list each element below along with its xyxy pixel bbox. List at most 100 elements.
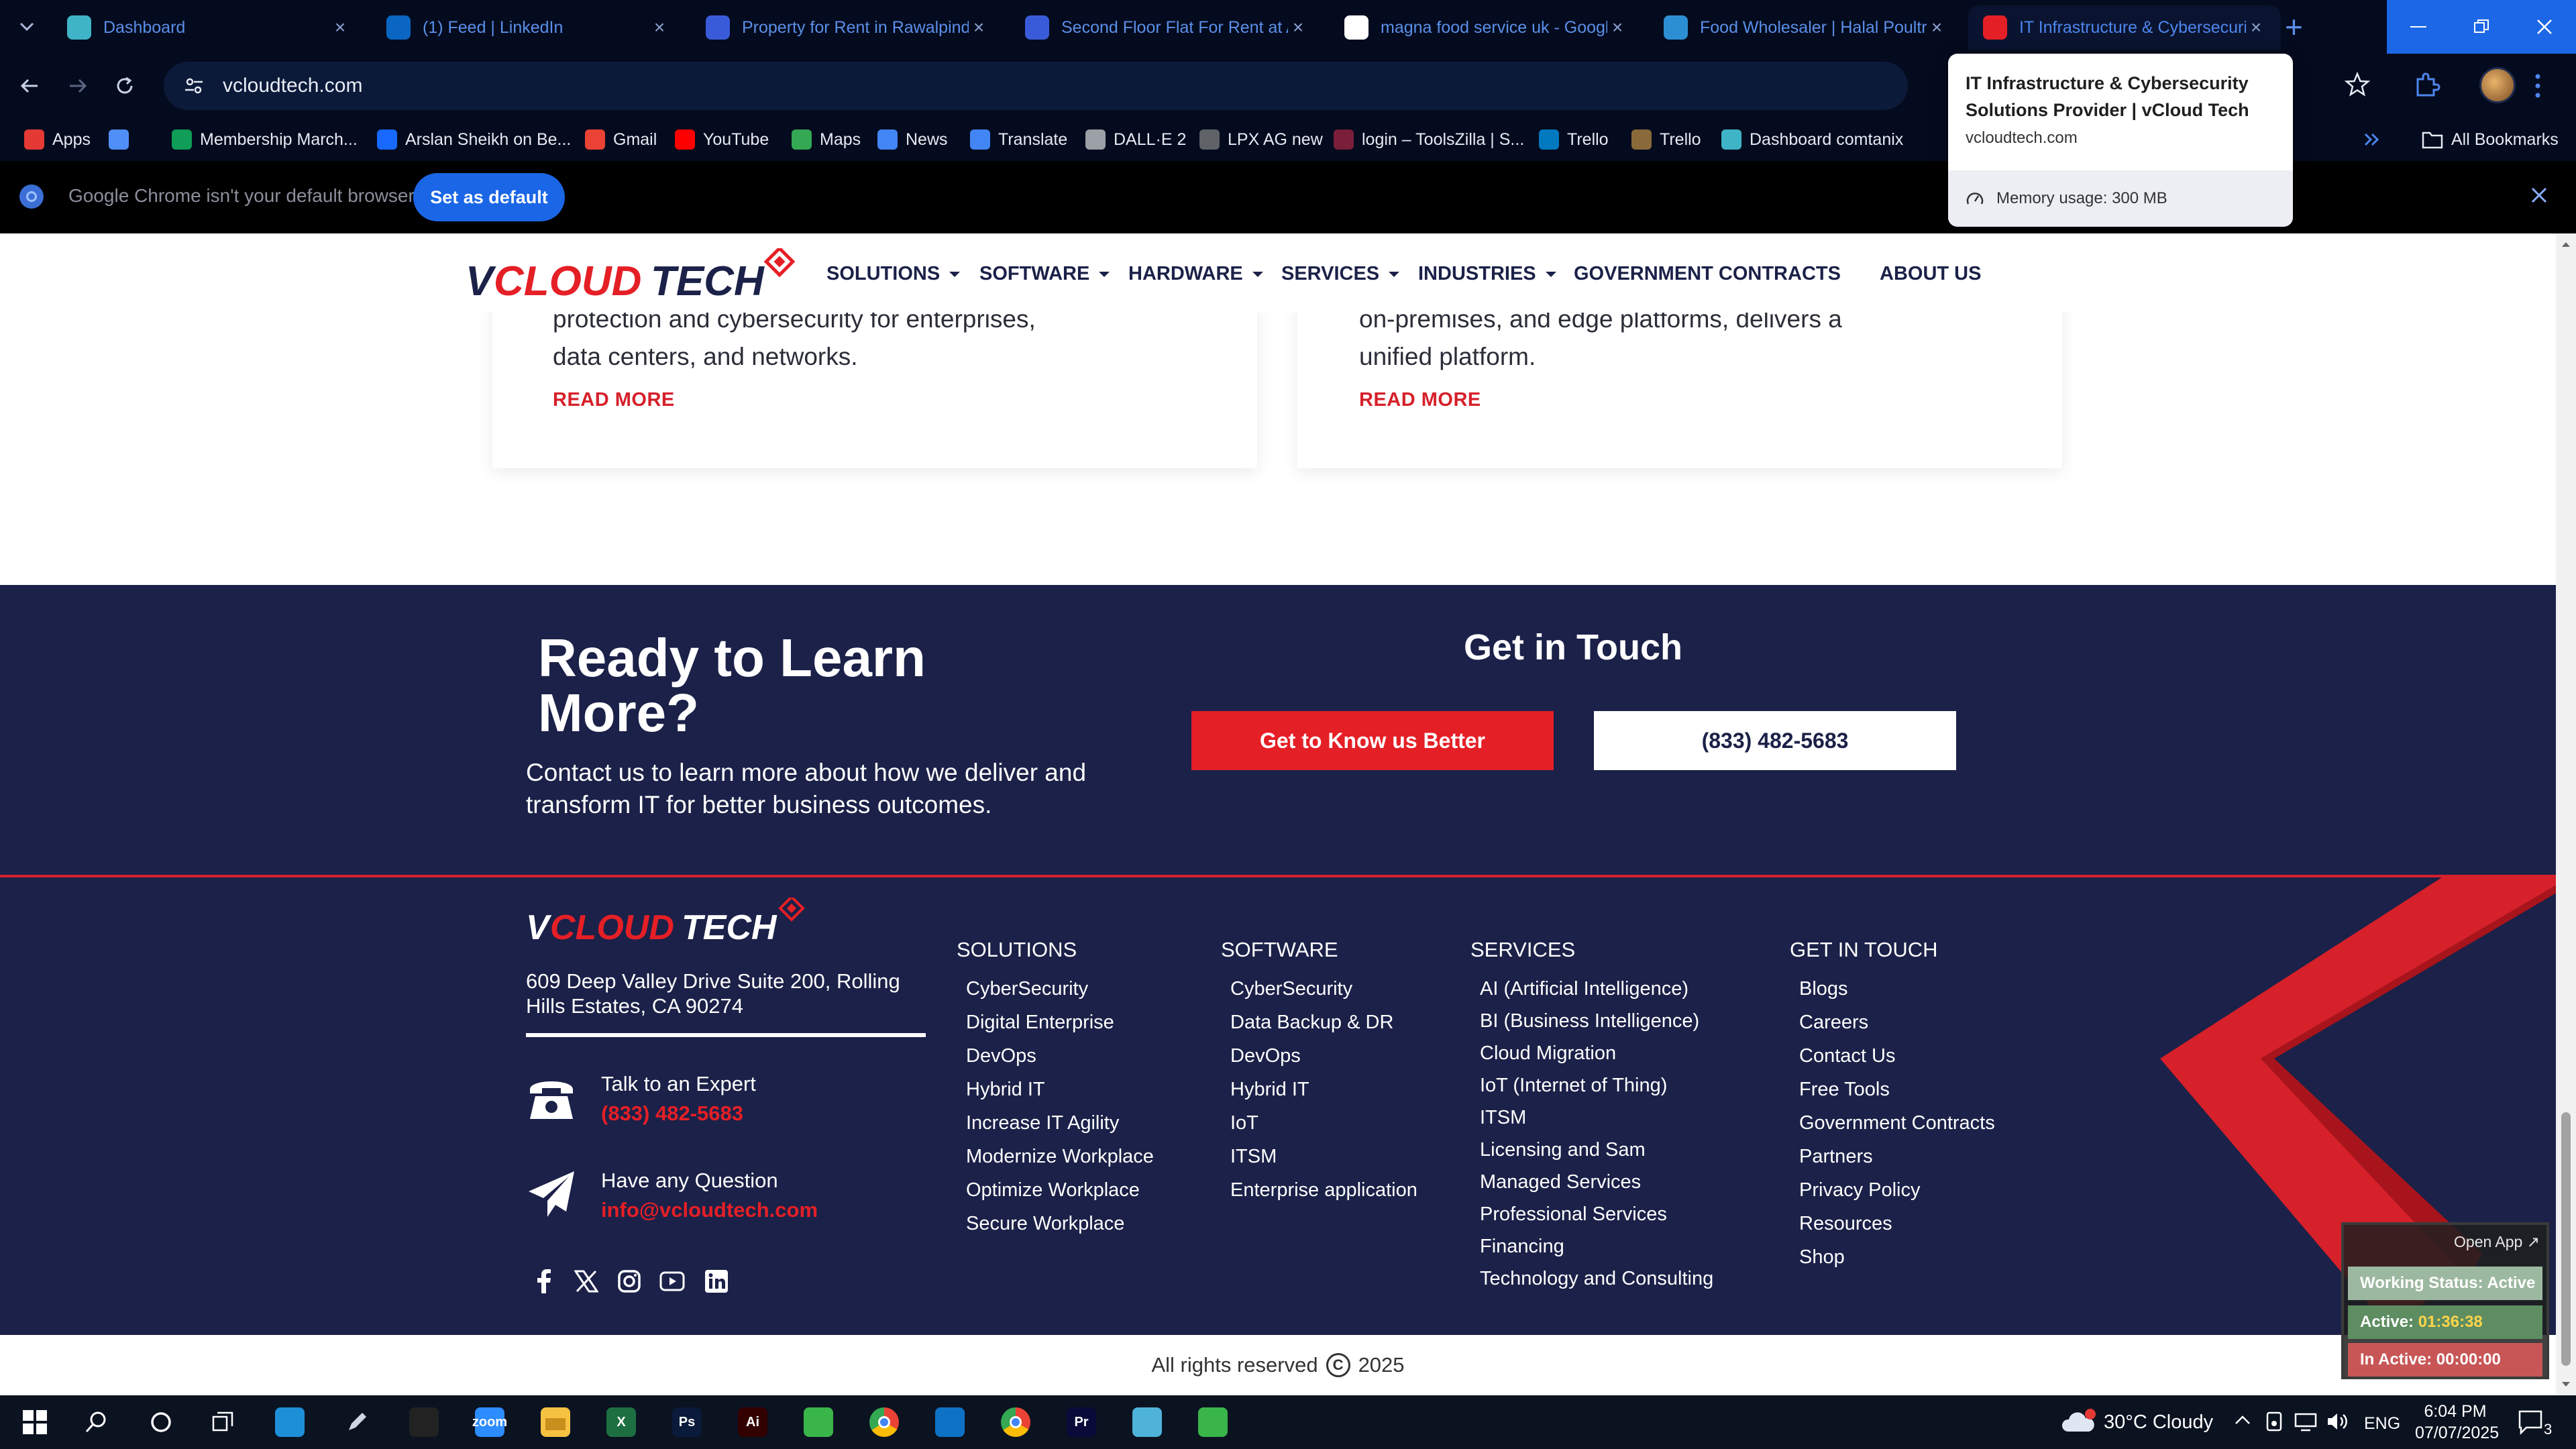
footer-link[interactable]: Privacy Policy xyxy=(1790,1177,1995,1210)
excel-icon[interactable]: X xyxy=(602,1405,640,1440)
footer-link[interactable]: ITSM xyxy=(1470,1104,1713,1136)
infobar-close-button[interactable] xyxy=(2529,185,2549,205)
linkedin-icon[interactable] xyxy=(702,1267,731,1296)
bookmark-item[interactable]: Trello xyxy=(1539,126,1609,153)
browser-tab[interactable]: Property for Rent in Rawalpindi × xyxy=(691,5,1004,50)
set-as-default-button[interactable]: Set as default xyxy=(413,173,565,221)
footer-link[interactable]: Government Contracts xyxy=(1790,1110,1995,1143)
tray-chevron-up-icon[interactable] xyxy=(2234,1411,2251,1429)
tab-close-icon[interactable]: × xyxy=(1288,17,1308,38)
scroll-down-icon[interactable] xyxy=(2556,1378,2576,1391)
weather-widget[interactable]: 30°C Cloudy xyxy=(2061,1409,2213,1436)
footer-link[interactable]: BI (Business Intelligence) xyxy=(1470,1008,1713,1040)
tab-close-icon[interactable]: × xyxy=(330,17,350,38)
windows-start-icon[interactable] xyxy=(16,1405,54,1440)
footer-link[interactable]: AI (Artificial Intelligence) xyxy=(1470,975,1713,1008)
x-icon[interactable] xyxy=(572,1267,601,1296)
browser-menu-button[interactable] xyxy=(2534,71,2541,101)
profile-avatar[interactable] xyxy=(2479,67,2516,103)
footer-link[interactable]: Managed Services xyxy=(1470,1169,1713,1201)
nav-item-government-contracts[interactable]: GOVERNMENT CONTRACTS xyxy=(1574,263,1841,285)
green-app-icon[interactable] xyxy=(1194,1405,1232,1440)
window-restore-button[interactable] xyxy=(2450,0,2513,54)
footer-link[interactable]: Licensing and Sam xyxy=(1470,1136,1713,1169)
footer-link[interactable]: Shop xyxy=(1790,1244,1995,1277)
all-bookmarks-button[interactable]: All Bookmarks xyxy=(2422,126,2559,153)
page-scrollbar[interactable] xyxy=(2556,233,2576,1395)
footer-link[interactable]: Professional Services xyxy=(1470,1201,1713,1233)
footer-link[interactable]: Enterprise application xyxy=(1221,1177,1417,1210)
bookmark-item[interactable]: News xyxy=(877,126,948,153)
footer-link[interactable]: Contact Us xyxy=(1790,1042,1995,1076)
footer-link[interactable]: Digital Enterprise xyxy=(957,1009,1154,1042)
nav-item-software[interactable]: SOFTWARE xyxy=(979,263,1111,285)
tab-close-icon[interactable]: × xyxy=(969,17,989,38)
footer-link[interactable]: Blogs xyxy=(1790,975,1995,1009)
zoom-icon[interactable]: zoom xyxy=(471,1405,508,1440)
nav-item-solutions[interactable]: SOLUTIONS xyxy=(826,263,961,285)
footer-link[interactable]: Increase IT Agility xyxy=(957,1110,1154,1143)
bookmark-item[interactable]: login – ToolsZilla | S... xyxy=(1334,126,1524,153)
scroll-up-icon[interactable] xyxy=(2556,237,2576,251)
window-minimize-button[interactable] xyxy=(2387,0,2450,54)
footer-link[interactable]: IoT (Internet of Thing) xyxy=(1470,1072,1713,1104)
facebook-icon[interactable] xyxy=(529,1267,558,1296)
bookmark-item[interactable]: Dashboard comtanix xyxy=(1721,126,1903,153)
email-link[interactable]: info@vcloudtech.com xyxy=(601,1198,818,1222)
bookmark-item[interactable] xyxy=(109,126,137,153)
tab-close-icon[interactable]: × xyxy=(2246,17,2266,38)
reload-button[interactable] xyxy=(110,71,140,101)
chrome-icon[interactable] xyxy=(865,1405,903,1440)
footer-link[interactable]: Technology and Consulting xyxy=(1470,1265,1713,1297)
footer-link[interactable]: Careers xyxy=(1790,1009,1995,1042)
address-bar[interactable]: vcloudtech.com xyxy=(164,62,1908,110)
forward-button[interactable] xyxy=(63,71,93,101)
footer-link[interactable]: Optimize Workplace xyxy=(957,1177,1154,1210)
bookmark-star-button[interactable] xyxy=(2344,71,2371,98)
bookmark-item[interactable]: Arslan Sheikh on Be... xyxy=(377,126,571,153)
footer-link[interactable]: Financing xyxy=(1470,1233,1713,1265)
footer-link[interactable]: CyberSecurity xyxy=(957,975,1154,1009)
browser-tab[interactable]: (1) Feed | LinkedIn × xyxy=(372,5,684,50)
browser-tab[interactable]: Food Wholesaler | Halal Poultry × xyxy=(1649,5,1962,50)
footer-link[interactable]: Resources xyxy=(1790,1210,1995,1244)
nav-item-hardware[interactable]: HARDWARE xyxy=(1128,263,1265,285)
bookmark-item[interactable]: Maps xyxy=(792,126,861,153)
talk-phone-link[interactable]: (833) 482-5683 xyxy=(601,1102,743,1126)
footer-link[interactable]: Cloud Migration xyxy=(1470,1040,1713,1072)
scrollbar-thumb[interactable] xyxy=(2561,1112,2571,1366)
illustrator-icon[interactable]: Ai xyxy=(734,1405,771,1440)
extensions-button[interactable] xyxy=(2412,70,2442,99)
nav-item-about-us[interactable]: ABOUT US xyxy=(1880,263,1981,285)
bookmark-item[interactable]: LPX AG new xyxy=(1199,126,1323,153)
premiere-icon[interactable]: Pr xyxy=(1063,1405,1100,1440)
footer-link[interactable]: DevOps xyxy=(1221,1042,1417,1076)
search-icon[interactable] xyxy=(78,1405,115,1440)
bookmark-item[interactable]: Membership March... xyxy=(172,126,358,153)
kite-icon[interactable] xyxy=(1128,1405,1166,1440)
tab-search-button[interactable] xyxy=(12,15,42,39)
bookmark-item[interactable]: Translate xyxy=(970,126,1067,153)
read-more-link[interactable]: READ MORE xyxy=(1359,389,1481,411)
read-more-link[interactable]: READ MORE xyxy=(553,389,675,411)
task-view-icon[interactable] xyxy=(204,1405,241,1440)
file-explorer-icon[interactable] xyxy=(537,1405,574,1440)
instagram-icon[interactable] xyxy=(614,1267,644,1296)
nav-item-services[interactable]: SERVICES xyxy=(1281,263,1401,285)
youtube-icon[interactable] xyxy=(657,1267,687,1296)
tab-close-icon[interactable]: × xyxy=(1607,17,1627,38)
footer-link[interactable]: Modernize Workplace xyxy=(957,1143,1154,1177)
footer-link[interactable]: DevOps xyxy=(957,1042,1154,1076)
input-language[interactable]: ENG xyxy=(2364,1414,2400,1434)
tab-close-icon[interactable]: × xyxy=(1927,17,1947,38)
footer-link[interactable]: Secure Workplace xyxy=(957,1210,1154,1244)
browser-tab[interactable]: Second Floor Flat For Rent at A × xyxy=(1010,5,1323,50)
footer-logo[interactable]: V CLOUD TECH xyxy=(526,898,814,951)
bookmark-item[interactable]: YouTube xyxy=(675,126,769,153)
back-button[interactable] xyxy=(15,71,44,101)
bookmark-item[interactable]: DALL·E 2 xyxy=(1085,126,1186,153)
open-app-link[interactable]: Open App ↗ xyxy=(2454,1233,2540,1251)
notification-center-icon[interactable]: 3 xyxy=(2517,1407,2555,1437)
nav-item-industries[interactable]: INDUSTRIES xyxy=(1418,263,1558,285)
footer-link[interactable]: CyberSecurity xyxy=(1221,975,1417,1009)
